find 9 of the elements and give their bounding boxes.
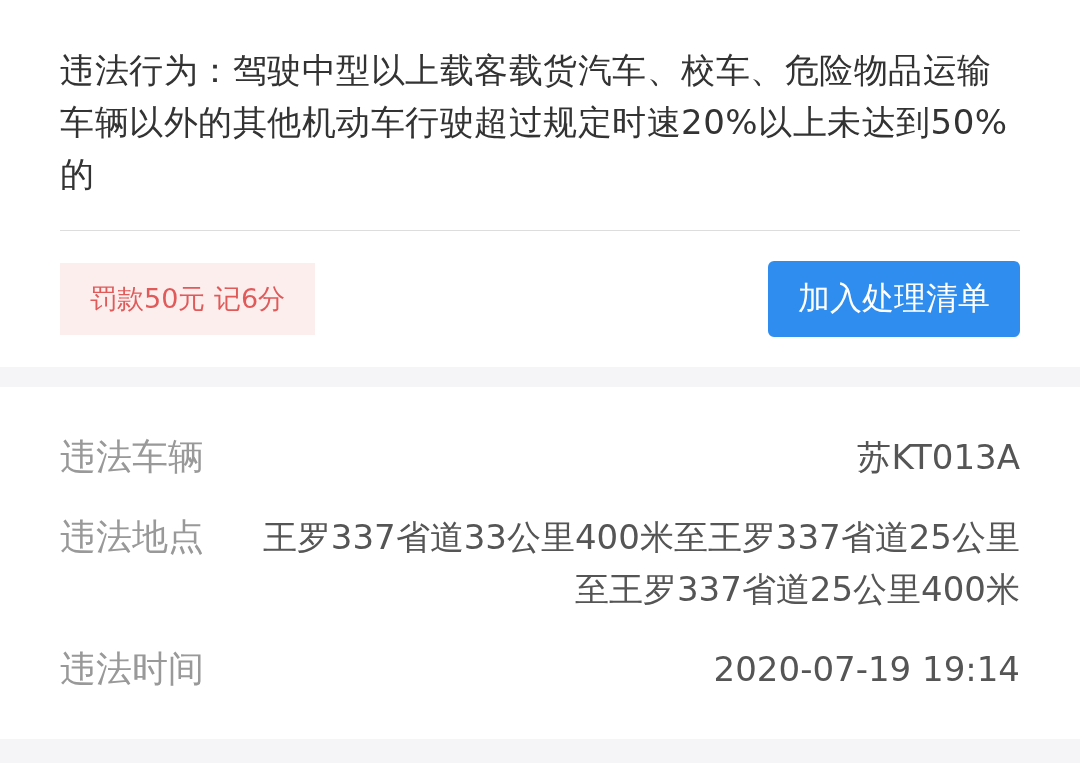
add-to-list-button[interactable]: 加入处理清单 xyxy=(768,261,1020,337)
detail-value: 王罗337省道33公里400米至王罗337省道25公里至王罗337省道25公里400米 xyxy=(261,516,1020,611)
detail-label: 违法车辆 xyxy=(60,435,204,479)
penalty-tag: 罚款50元 记6分 xyxy=(60,263,316,335)
violation-description: 违法行为：驾驶中型以上载客载货汽车、校车、危险物品运输车辆以外的其他机动车行驶超过规定时速20%以上未达到50%的 xyxy=(60,49,1009,196)
detail-value: 苏KT013A xyxy=(857,436,1020,479)
detail-label: 违法时间 xyxy=(60,647,204,691)
detail-value: 2020-07-19 19:14 xyxy=(713,648,1020,691)
detail-label: 违法地点 xyxy=(60,515,204,559)
